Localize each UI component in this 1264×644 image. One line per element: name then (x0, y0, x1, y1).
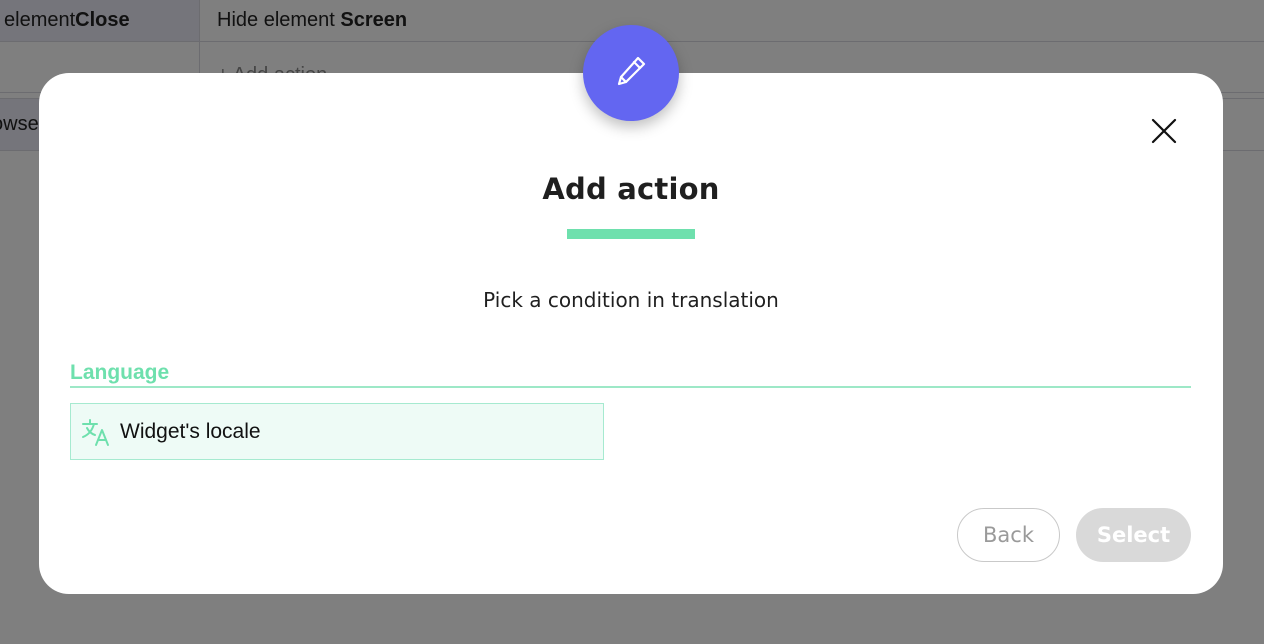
back-button[interactable]: Back (957, 508, 1060, 562)
close-icon (1151, 118, 1177, 149)
modal-subtitle: Pick a condition in translation (483, 288, 779, 312)
pencil-icon (611, 51, 651, 96)
section-divider (70, 386, 1191, 388)
modal-title: Add action (542, 172, 720, 206)
select-button[interactable]: Select (1076, 508, 1191, 562)
section-label-language: Language (70, 361, 170, 384)
title-underline (567, 229, 695, 239)
translate-icon (80, 416, 112, 448)
modal-badge (583, 25, 679, 121)
close-button[interactable] (1147, 116, 1181, 150)
option-widgets-locale[interactable]: Widget's locale (70, 403, 604, 460)
option-label: Widget's locale (120, 419, 261, 443)
